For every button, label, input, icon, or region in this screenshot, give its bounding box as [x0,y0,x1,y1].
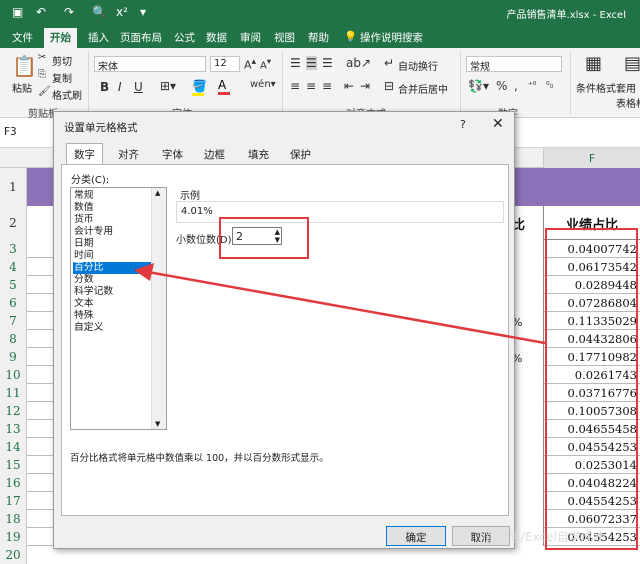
watermark: 百家号/Excel自学成才 [485,530,605,544]
annotation-arrow [134,263,546,345]
